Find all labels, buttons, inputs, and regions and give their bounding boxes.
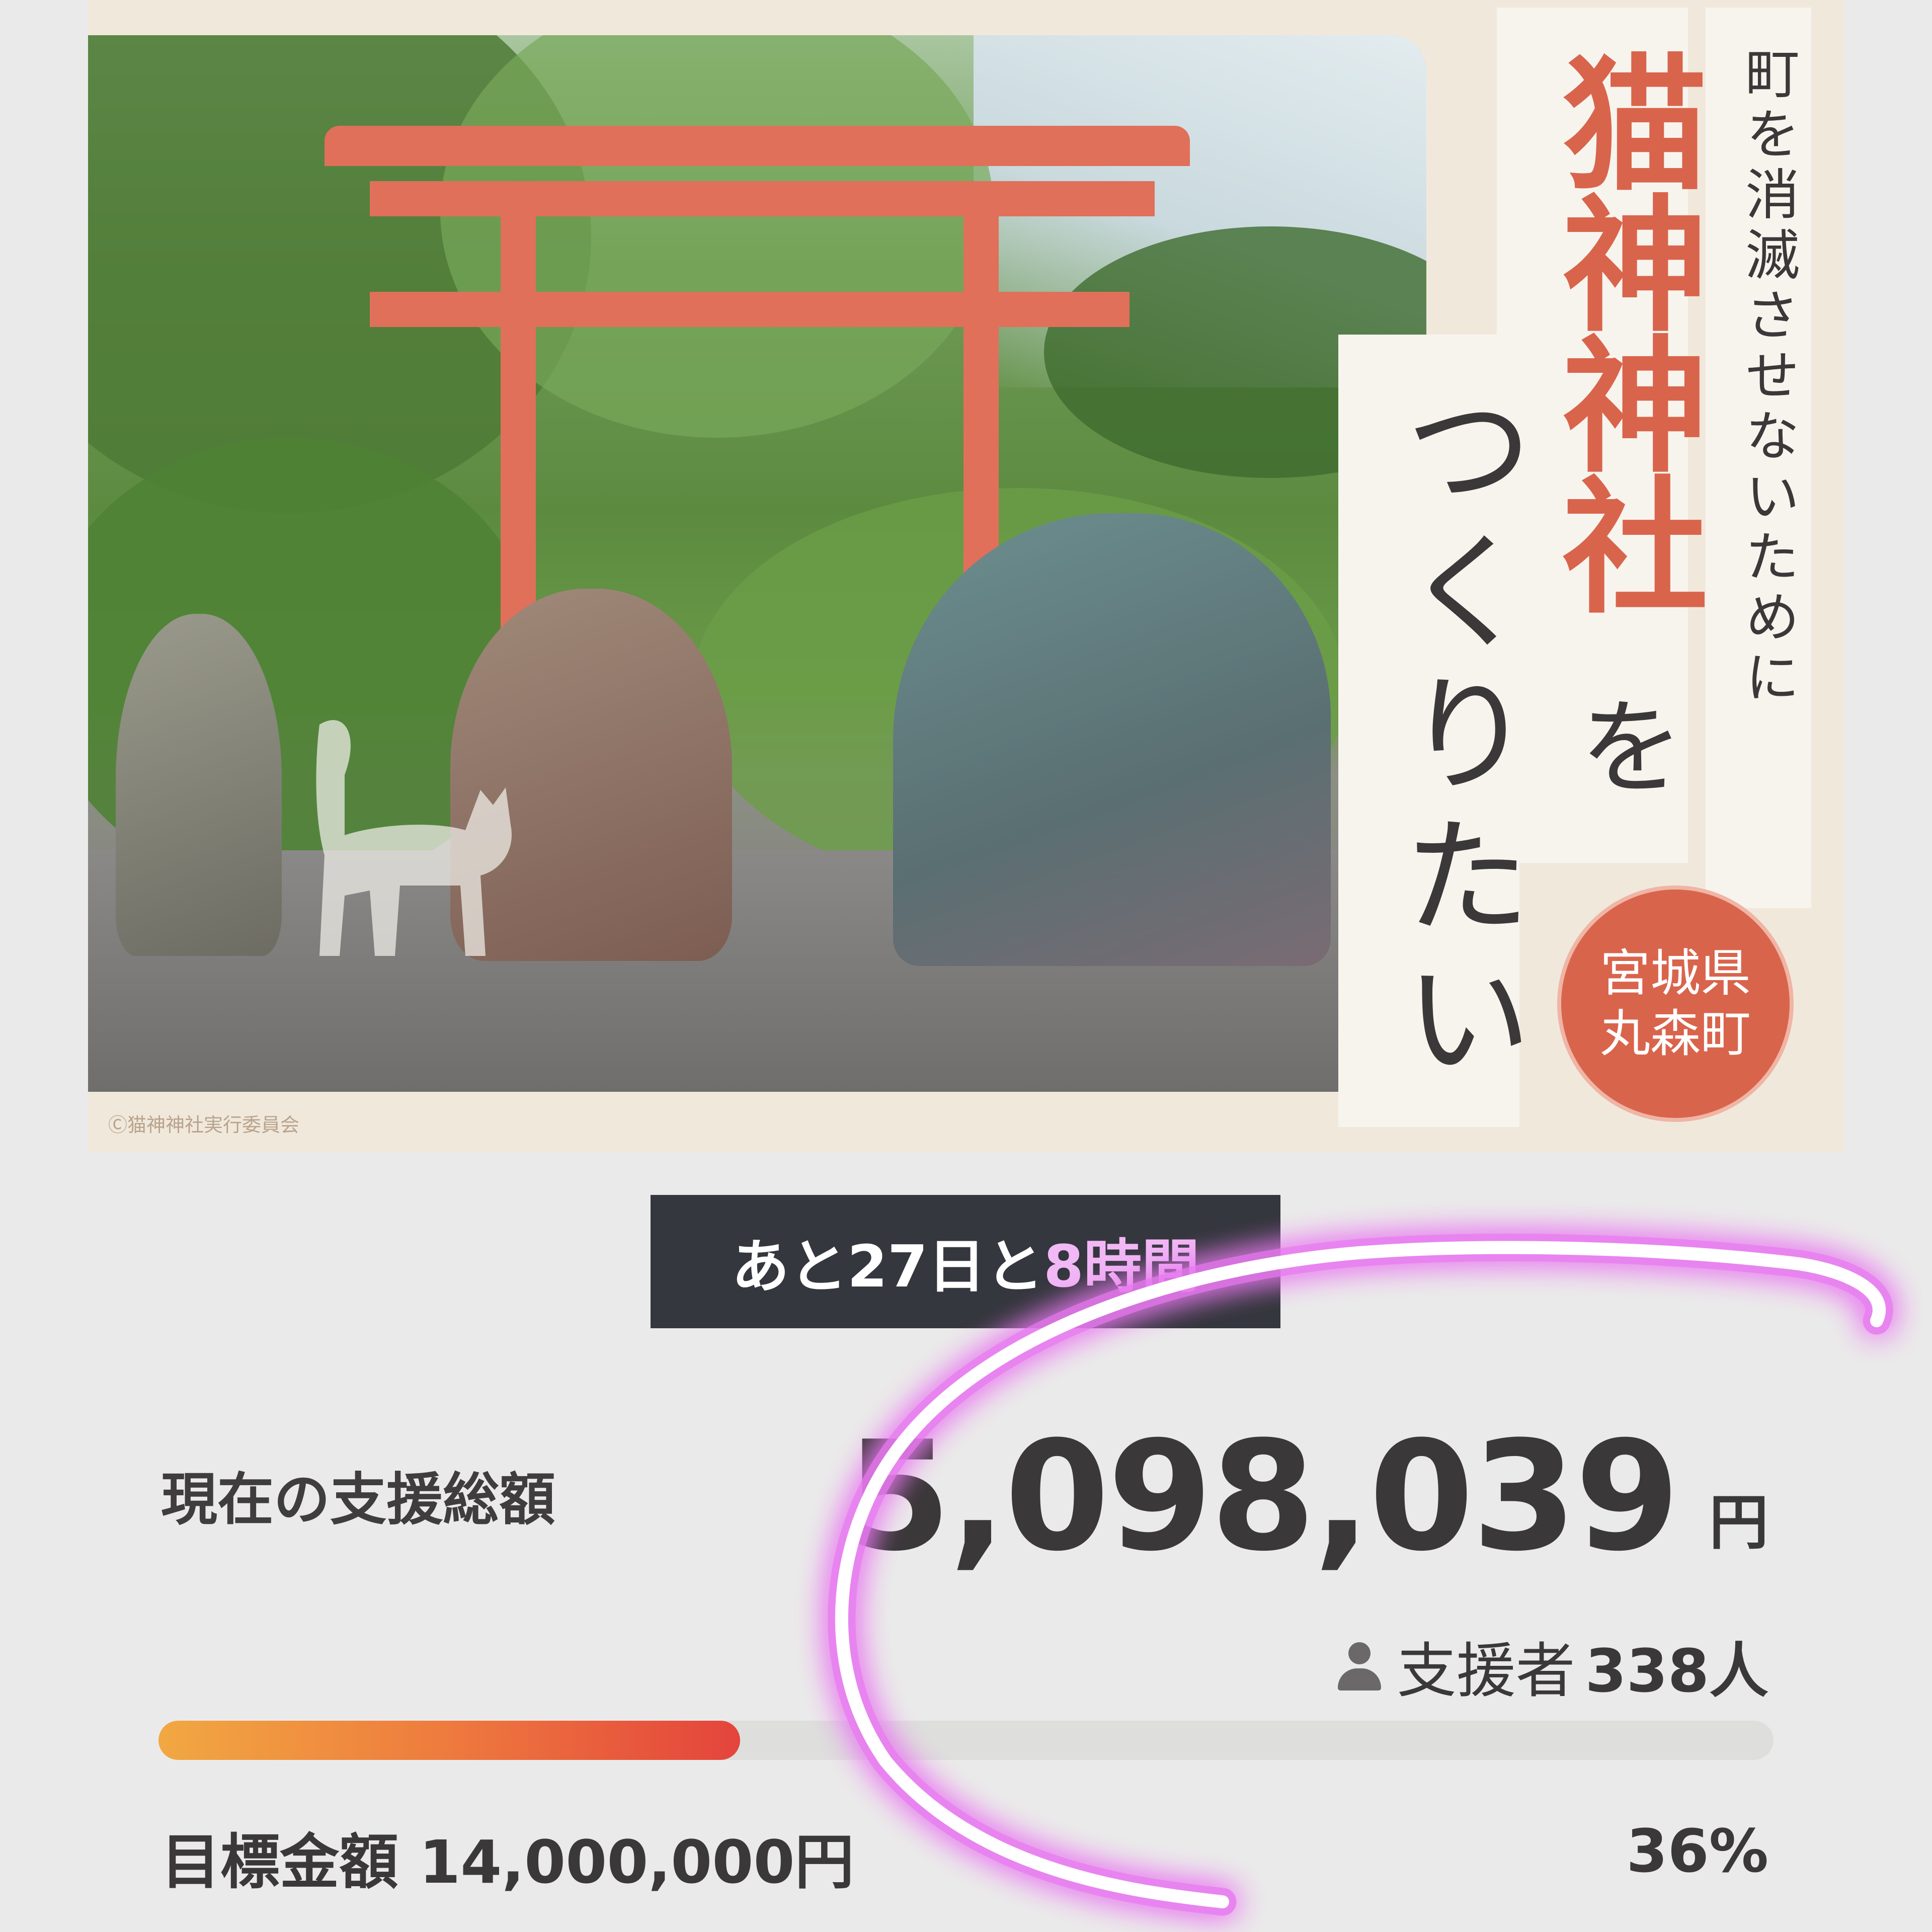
- current-total-label: 現在の支援総額: [161, 1467, 555, 1533]
- currency-unit: 円: [1709, 1488, 1768, 1557]
- shrine-photo: [88, 35, 1426, 1092]
- badge-prefecture: 宮城県: [1600, 944, 1751, 1003]
- title-tail-panel: つくりたい: [1338, 335, 1531, 1127]
- location-badge: 宮城県 丸森町: [1557, 886, 1794, 1122]
- goal-amount: 目標金額 14,000,000円: [161, 1814, 854, 1900]
- stone-cat-relief: [893, 513, 1331, 966]
- title-particle: を: [1560, 692, 1683, 797]
- current-total-amount: 5,098,039: [846, 1409, 1680, 1584]
- stone-small: [116, 614, 282, 956]
- backers-label: 支援者: [1397, 1636, 1575, 1706]
- funding-progress-fill: [158, 1721, 740, 1760]
- funding-progress-bar: [158, 1721, 1774, 1760]
- funding-percent: 36%: [1626, 1816, 1768, 1886]
- project-hero-banner[interactable]: Ⓒ猫神神社実行委員会 町を消滅させないために 猫神神社 を つくりたい 宮城県 …: [88, 0, 1844, 1152]
- goal-value: 14,000,000円: [419, 1827, 854, 1897]
- time-remaining-prefix: あと27日と: [731, 1233, 1043, 1301]
- torii-lintel: [370, 181, 1155, 216]
- torii-lower-beam: [370, 292, 1130, 327]
- time-remaining-hours: 8時間: [1043, 1233, 1200, 1301]
- backers-number: 338人: [1585, 1636, 1768, 1706]
- title-tail: つくりたい: [1382, 382, 1531, 1094]
- badge-town: 丸森町: [1600, 1004, 1751, 1063]
- time-remaining-banner: あと27日と 8時間: [651, 1195, 1280, 1328]
- backers-count: 支援者 338人: [1332, 1623, 1768, 1709]
- person-icon: [1332, 1638, 1387, 1694]
- goal-label: 目標金額: [161, 1827, 399, 1897]
- cat-silhouette: [316, 720, 512, 956]
- torii-pillar-left: [501, 214, 536, 667]
- torii-top-beam: [325, 126, 1190, 166]
- subtitle-text: 町を消滅させないために: [1736, 45, 1799, 709]
- photo-credit: Ⓒ猫神神社実行委員会: [108, 1114, 300, 1136]
